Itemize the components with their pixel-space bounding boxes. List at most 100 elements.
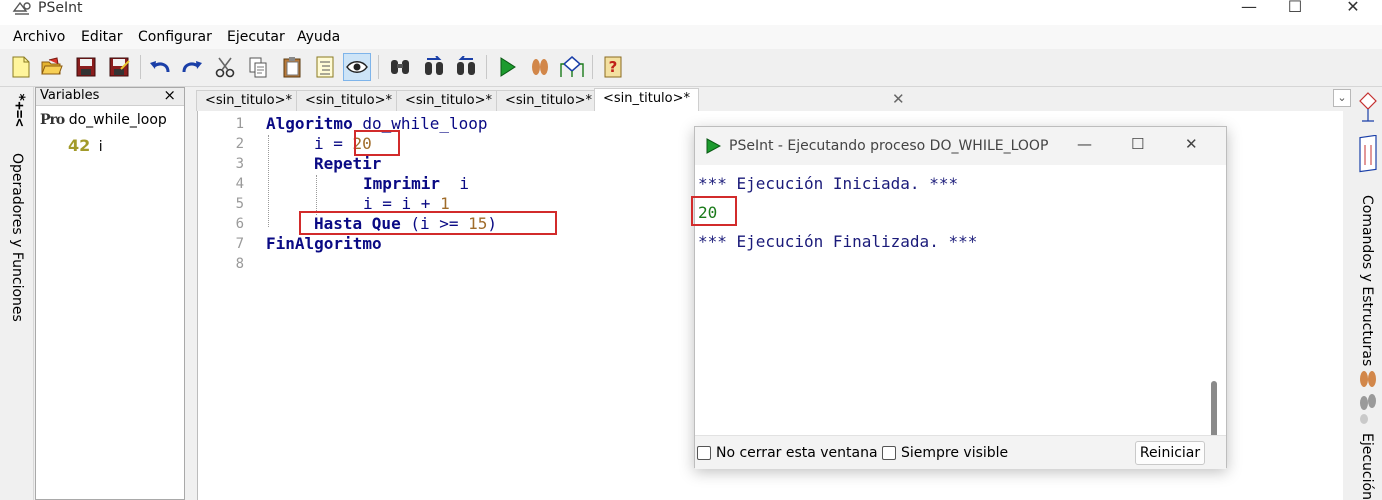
line-number: 3 bbox=[235, 156, 244, 172]
save-icon bbox=[76, 57, 96, 77]
variable-entry[interactable]: 42 i bbox=[68, 136, 103, 155]
find-button[interactable] bbox=[386, 53, 414, 81]
title-bar: PSeInt — ☐ ✕ bbox=[0, 0, 1382, 25]
tab-dropdown-button[interactable]: ⌄ bbox=[1333, 89, 1351, 107]
line-number: 6 bbox=[235, 216, 244, 232]
process-name: do_while_loop bbox=[68, 112, 167, 128]
tab-5-active[interactable]: <sin_titulo>* bbox=[594, 88, 700, 111]
indent-button[interactable] bbox=[311, 53, 339, 81]
operators-symbols: *+=< bbox=[11, 93, 27, 127]
indent-guide bbox=[268, 135, 269, 227]
menu-ejecutar[interactable]: Ejecutar bbox=[227, 29, 285, 45]
copy-button[interactable] bbox=[244, 53, 272, 81]
find-icon bbox=[391, 60, 409, 74]
tab-2[interactable]: <sin_titulo>* bbox=[296, 90, 402, 111]
highlight-box-condition bbox=[299, 211, 557, 235]
find-next-button[interactable] bbox=[420, 53, 448, 81]
right-panel-strip: Comandos y Estructuras Ejecución bbox=[1354, 87, 1382, 500]
keyword-repetir: Repetir bbox=[314, 154, 382, 173]
save-button[interactable] bbox=[72, 53, 100, 81]
keyword-algoritmo: Algoritmo bbox=[266, 114, 353, 133]
paste-icon bbox=[283, 57, 301, 78]
run-button[interactable] bbox=[493, 53, 521, 81]
open-button[interactable] bbox=[38, 53, 66, 81]
close-button[interactable]: ✕ bbox=[1330, 0, 1376, 22]
tab-3[interactable]: <sin_titulo>* bbox=[396, 90, 502, 111]
help-icon: ? bbox=[604, 56, 622, 78]
commands-panel-tab[interactable]: Comandos y Estructuras bbox=[1359, 195, 1375, 366]
save-as-button[interactable] bbox=[105, 53, 133, 81]
copy-icon bbox=[249, 57, 267, 78]
toggle-view-button[interactable] bbox=[343, 53, 371, 81]
keyword-imprimir: Imprimir bbox=[363, 174, 441, 193]
dialog-title: PSeInt - Ejecutando proceso DO_WHILE_LOO… bbox=[729, 138, 1049, 154]
cut-icon bbox=[215, 57, 235, 78]
new-file-button[interactable] bbox=[7, 53, 35, 81]
process-entry[interactable]: Pro do_while_loop bbox=[40, 112, 167, 128]
tab-1[interactable]: <sin_titulo>* bbox=[196, 90, 302, 111]
tab-4[interactable]: <sin_titulo>* bbox=[496, 90, 602, 111]
undo-button[interactable] bbox=[146, 53, 174, 81]
tab-close-icon[interactable]: ✕ bbox=[892, 90, 905, 108]
keep-open-label: No cerrar esta ventana bbox=[716, 445, 878, 461]
operators-panel-tab[interactable]: *+=< Operadores y Funciones bbox=[0, 87, 34, 500]
tab-bar: <sin_titulo>* <sin_titulo>* <sin_titulo>… bbox=[196, 87, 1356, 111]
dialog-footer: No cerrar esta ventana Siempre visible R… bbox=[695, 435, 1226, 469]
highlight-box-output bbox=[691, 196, 737, 226]
code-line-4: Imprimir i bbox=[363, 174, 469, 193]
var-i: i bbox=[314, 134, 324, 153]
cut-button[interactable] bbox=[211, 53, 239, 81]
flowchart-icon bbox=[560, 56, 584, 77]
operators-label: Operadores y Funciones bbox=[9, 153, 25, 322]
step-footprints-icon[interactable] bbox=[1357, 369, 1379, 425]
keep-open-checkbox[interactable] bbox=[697, 446, 711, 460]
dialog-maximize-button[interactable]: ☐ bbox=[1131, 135, 1144, 153]
menu-archivo[interactable]: Archivo bbox=[13, 29, 65, 45]
hello-sample-icon[interactable] bbox=[1357, 135, 1379, 175]
help-button[interactable]: ? bbox=[599, 53, 627, 81]
line-number: 7 bbox=[235, 236, 244, 252]
print-arg: i bbox=[440, 174, 469, 193]
maximize-button[interactable]: ☐ bbox=[1272, 0, 1318, 22]
variable-name: i bbox=[98, 139, 103, 155]
maximize-icon: ☐ bbox=[1287, 0, 1303, 16]
run-icon bbox=[500, 57, 516, 77]
console-line-started: *** Ejecución Iniciada. *** bbox=[698, 174, 959, 193]
highlight-box-init-value bbox=[354, 130, 400, 156]
process-badge: Pro bbox=[40, 112, 65, 128]
minimize-button[interactable]: — bbox=[1226, 0, 1272, 22]
execution-panel-tab[interactable]: Ejecución bbox=[1359, 433, 1375, 500]
eye-icon bbox=[346, 61, 368, 73]
always-visible-checkbox[interactable] bbox=[882, 446, 896, 460]
paste-button[interactable] bbox=[278, 53, 306, 81]
undo-icon bbox=[150, 61, 170, 73]
dialog-close-button[interactable]: ✕ bbox=[1185, 135, 1198, 153]
indent-icon bbox=[316, 56, 334, 78]
dialog-minimize-button[interactable]: — bbox=[1077, 135, 1092, 153]
run-icon bbox=[706, 138, 721, 154]
redo-button[interactable] bbox=[178, 53, 206, 81]
menu-configurar[interactable]: Configurar bbox=[138, 29, 212, 45]
open-folder-icon bbox=[41, 57, 63, 75]
replace-icon bbox=[457, 56, 475, 75]
menu-editar[interactable]: Editar bbox=[81, 29, 122, 45]
dialog-title-bar[interactable]: PSeInt - Ejecutando proceso DO_WHILE_LOO… bbox=[695, 127, 1226, 165]
variables-header: Variables × bbox=[36, 86, 184, 106]
variables-close-button[interactable]: × bbox=[163, 86, 176, 104]
output-console[interactable]: *** Ejecución Iniciada. *** 20 *** Ejecu… bbox=[691, 165, 1226, 435]
flowchart-button[interactable] bbox=[558, 53, 586, 81]
console-line-finished: *** Ejecución Finalizada. *** bbox=[698, 232, 978, 251]
line-number: 8 bbox=[235, 256, 244, 272]
restart-button[interactable]: Reiniciar bbox=[1135, 441, 1205, 465]
step-icon bbox=[532, 59, 548, 75]
pseint-window: PSeInt — ☐ ✕ Archivo Editar Configurar E… bbox=[0, 0, 1382, 500]
step-button[interactable] bbox=[526, 53, 554, 81]
window-title: PSeInt bbox=[38, 0, 83, 16]
flowchart-panel-icon[interactable] bbox=[1357, 91, 1379, 127]
assign-op: = bbox=[323, 134, 353, 153]
numeric-type-badge: 42 bbox=[68, 136, 91, 155]
menu-ayuda[interactable]: Ayuda bbox=[297, 29, 340, 45]
minimize-icon: — bbox=[1241, 0, 1257, 16]
replace-button[interactable] bbox=[452, 53, 480, 81]
line-number: 4 bbox=[235, 176, 244, 192]
